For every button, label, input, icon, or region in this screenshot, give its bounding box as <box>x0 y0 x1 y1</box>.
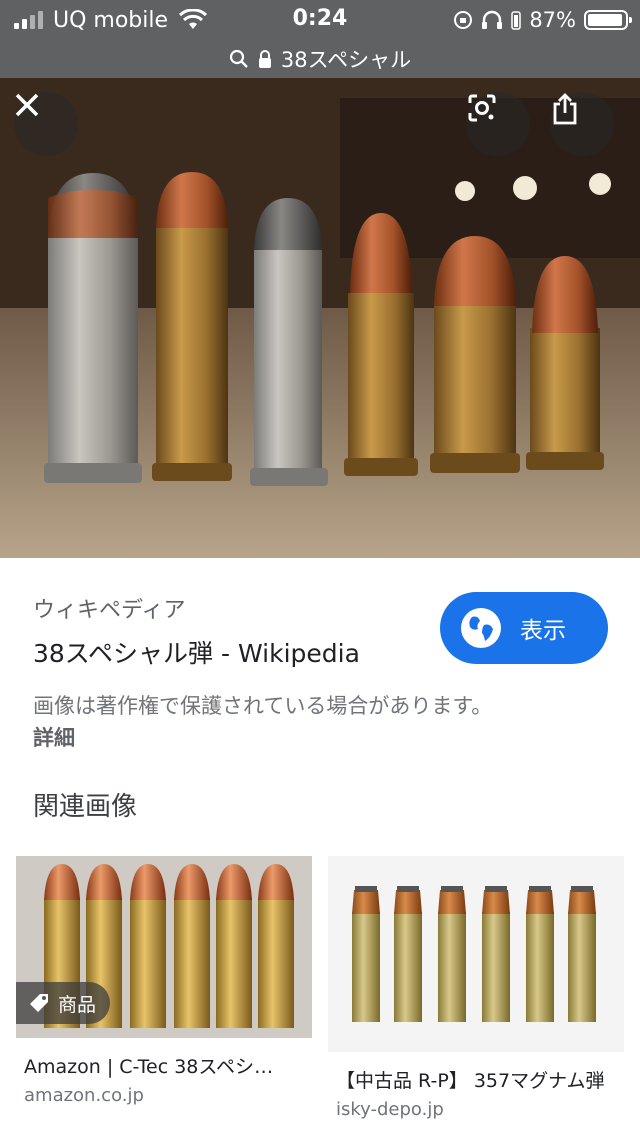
related-caption[interactable]: 【中古品 R-P】 357マグナム弾 <box>328 1066 608 1093</box>
copyright-notice: 画像は著作権で保護されている場合があります。 <box>33 694 493 718</box>
details-link[interactable]: 詳細 <box>33 722 75 752</box>
headphones-icon <box>482 10 503 29</box>
close-icon <box>15 93 39 117</box>
lens-search-button[interactable] <box>466 92 530 156</box>
visit-label: 表示 <box>520 618 566 644</box>
share-icon <box>553 93 577 125</box>
related-thumbnail[interactable] <box>328 856 624 1052</box>
result-source: ウィキペディア <box>33 598 186 623</box>
related-image-card[interactable]: 商品 Amazon | C-Tec 38スペシャル弾 amazon.co.jp <box>16 856 312 1106</box>
share-button[interactable] <box>550 92 614 156</box>
lens-icon <box>468 94 496 122</box>
globe-icon <box>461 608 501 648</box>
product-badge: 商品 <box>16 982 111 1024</box>
cartridges-photo <box>328 856 624 1052</box>
battery-percent: 87% <box>529 8 576 32</box>
rotation-lock-icon <box>454 11 473 29</box>
battery-icon <box>584 10 632 30</box>
related-image-card[interactable]: 【中古品 R-P】 357マグナム弾 isky-depo.jp <box>328 856 624 1120</box>
battery-small-icon <box>511 11 522 30</box>
visit-button[interactable]: 表示 <box>440 592 608 664</box>
bullets-photo <box>0 78 640 558</box>
related-thumbnail[interactable]: 商品 <box>16 856 312 1038</box>
badge-label: 商品 <box>58 993 97 1016</box>
close-button[interactable] <box>14 92 78 156</box>
status-right: 87% <box>453 6 632 34</box>
main-image[interactable] <box>0 78 640 558</box>
related-caption[interactable]: Amazon | C-Tec 38スペシャル弾 <box>16 1052 286 1079</box>
search-icon <box>229 49 248 68</box>
url-bar[interactable]: 38スペシャル <box>0 40 640 78</box>
tag-icon <box>30 994 48 1012</box>
related-domain: isky-depo.jp <box>336 1099 444 1120</box>
url-text: 38スペシャル <box>280 48 412 72</box>
related-domain: amazon.co.jp <box>24 1085 144 1106</box>
result-title[interactable]: 38スペシャル弾 - Wikipedia <box>33 634 360 670</box>
lock-icon <box>258 50 271 68</box>
related-images-heading: 関連画像 <box>33 792 138 822</box>
status-bar: UQ mobile 0:24 87% <box>0 0 640 40</box>
